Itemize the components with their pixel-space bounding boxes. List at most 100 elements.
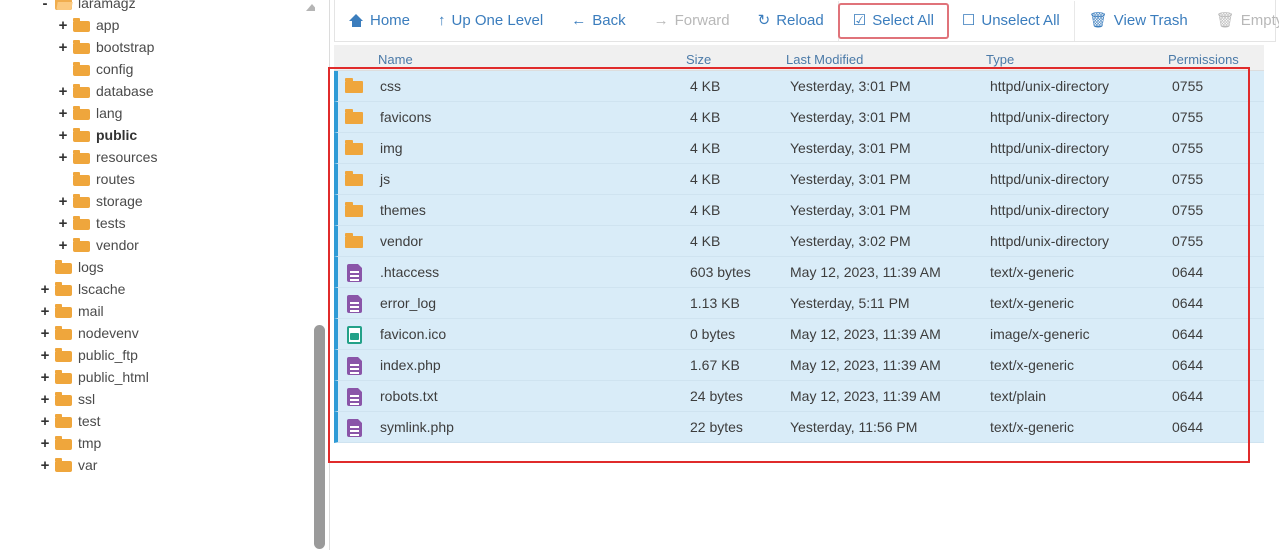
cell-name[interactable]: index.php	[338, 355, 690, 375]
expand-toggle-icon[interactable]: +	[38, 370, 52, 385]
folder-icon	[73, 193, 90, 208]
toolbar-button-back[interactable]: ← Back	[557, 1, 639, 41]
tree-item-logs[interactable]: logs	[0, 256, 300, 278]
expand-toggle-icon[interactable]: +	[56, 128, 70, 143]
expand-toggle-icon[interactable]: +	[56, 194, 70, 209]
file-name-label: themes	[380, 202, 426, 218]
collapse-toggle-icon[interactable]: -	[38, 0, 52, 11]
table-row[interactable]: robots.txt 24 bytes May 12, 2023, 11:39 AM…	[334, 381, 1264, 412]
cell-modified: Yesterday, 5:11 PM	[790, 295, 910, 311]
table-row[interactable]: vendor 4 KB Yesterday, 3:02 PM httpd/unix-d…	[334, 226, 1264, 257]
cell-name[interactable]: favicon.ico	[338, 324, 690, 344]
tree-item-storage[interactable]: + storage	[0, 190, 300, 212]
column-header-size[interactable]: Size	[686, 52, 786, 67]
tree-item-public_ftp[interactable]: + public_ftp	[0, 344, 300, 366]
cell-size: 1.13 KB	[690, 295, 740, 311]
table-row[interactable]: favicons 4 KB Yesterday, 3:01 PM httpd/unix…	[334, 102, 1264, 133]
expand-toggle-icon[interactable]: +	[56, 238, 70, 253]
expand-toggle-icon[interactable]: +	[38, 414, 52, 429]
cell-name[interactable]: img	[338, 138, 690, 158]
sidebar-divider	[329, 0, 330, 550]
tree-item-label: database	[96, 83, 154, 99]
tree-item-lscache[interactable]: + lscache	[0, 278, 300, 300]
cell-name[interactable]: error_log	[338, 293, 690, 313]
sidebar-scrollbar-thumb[interactable]	[314, 325, 325, 549]
folder-icon	[73, 61, 90, 76]
toolbar-button-label: Home	[370, 12, 411, 29]
tree-item-vendor[interactable]: + vendor	[0, 234, 300, 256]
sidebar-scrollbar-track[interactable]	[314, 0, 328, 550]
folder-icon	[73, 39, 90, 54]
column-header-name[interactable]: Name	[334, 52, 686, 67]
toolbar-button-select-all[interactable]: ☑ Select All	[837, 2, 949, 39]
tree-item-mail[interactable]: + mail	[0, 300, 300, 322]
cell-name[interactable]: themes	[338, 200, 690, 220]
trash-icon: 🗑	[1088, 12, 1108, 29]
expand-toggle-icon[interactable]: +	[56, 84, 70, 99]
column-header-permissions[interactable]: Permissions	[1168, 52, 1260, 67]
expand-toggle-icon[interactable]: +	[56, 150, 70, 165]
folder-icon	[73, 149, 90, 164]
expand-toggle-icon[interactable]: +	[38, 392, 52, 407]
expand-toggle-icon[interactable]: +	[38, 436, 52, 451]
cell-type: text/x-generic	[990, 264, 1075, 280]
tree-item-public_html[interactable]: + public_html	[0, 366, 300, 388]
arrow-up-icon: ↑	[438, 12, 446, 29]
table-row[interactable]: index.php 1.67 KB May 12, 2023, 11:39 AM te…	[334, 350, 1264, 381]
expand-toggle-icon[interactable]: +	[38, 282, 52, 297]
toolbar-button-up-one-level[interactable]: ↑ Up One Level	[424, 1, 557, 41]
file-manager-toolbar: Home ↑ Up One Level ← Back → Forward ↻ Reload ☑ Se…	[334, 0, 1279, 42]
expand-toggle-icon[interactable]: +	[56, 40, 70, 55]
cell-name[interactable]: symlink.php	[338, 417, 690, 437]
cell-name[interactable]: robots.txt	[338, 386, 690, 406]
table-row[interactable]: css 4 KB Yesterday, 3:01 PM httpd/unix-dire…	[334, 71, 1264, 102]
cell-size: 0 bytes	[690, 326, 736, 342]
cell-name[interactable]: css	[338, 76, 690, 96]
tree-item-bootstrap[interactable]: + bootstrap	[0, 36, 300, 58]
table-row[interactable]: error_log 1.13 KB Yesterday, 5:11 PM text/x…	[334, 288, 1264, 319]
tree-item-tests[interactable]: + tests	[0, 212, 300, 234]
table-row[interactable]: symlink.php 22 bytes Yesterday, 11:56 PM te…	[334, 412, 1264, 443]
expand-toggle-icon[interactable]: +	[38, 304, 52, 319]
expand-toggle-icon[interactable]: +	[56, 18, 70, 33]
cell-name[interactable]: js	[338, 169, 690, 189]
tree-item-var[interactable]: + var	[0, 454, 300, 476]
expand-toggle-icon[interactable]: +	[56, 106, 70, 121]
checkbox-empty-icon: ☐	[961, 12, 976, 29]
cell-name[interactable]: vendor	[338, 231, 690, 251]
tree-item-config[interactable]: config	[0, 58, 300, 80]
tree-item-database[interactable]: + database	[0, 80, 300, 102]
tree-item-ssl[interactable]: + ssl	[0, 388, 300, 410]
expand-toggle-icon[interactable]: +	[56, 216, 70, 231]
cell-name[interactable]: favicons	[338, 107, 690, 127]
tree-item-laramagz[interactable]: - laramagz	[0, 0, 300, 14]
toolbar-button-view-trash[interactable]: 🗑 View Trash	[1075, 1, 1202, 41]
toolbar-button-label: Empty Trash	[1240, 12, 1279, 29]
tree-item-nodevenv[interactable]: + nodevenv	[0, 322, 300, 344]
tree-item-label: test	[78, 413, 101, 429]
expand-toggle-icon[interactable]: +	[38, 326, 52, 341]
tree-item-tmp[interactable]: + tmp	[0, 432, 300, 454]
tree-item-label: logs	[78, 259, 104, 275]
tree-item-resources[interactable]: + resources	[0, 146, 300, 168]
tree-item-routes[interactable]: routes	[0, 168, 300, 190]
column-header-last-modified[interactable]: Last Modified	[786, 52, 986, 67]
table-row[interactable]: img 4 KB Yesterday, 3:01 PM httpd/unix-dire…	[334, 133, 1264, 164]
table-row[interactable]: favicon.ico 0 bytes May 12, 2023, 11:39 AM…	[334, 319, 1264, 350]
toolbar-button-reload[interactable]: ↻ Reload	[744, 1, 838, 41]
table-row[interactable]: themes 4 KB Yesterday, 3:01 PM httpd/unix-d…	[334, 195, 1264, 226]
tree-item-app[interactable]: + app	[0, 14, 300, 36]
expand-toggle-icon[interactable]: +	[38, 348, 52, 363]
tree-item-test[interactable]: + test	[0, 410, 300, 432]
toolbar-button-home[interactable]: Home	[335, 1, 424, 41]
expand-toggle-icon[interactable]: +	[38, 458, 52, 473]
tree-item-label: lscache	[78, 281, 126, 297]
table-row[interactable]: js 4 KB Yesterday, 3:01 PM httpd/unix-direc…	[334, 164, 1264, 195]
cell-type: httpd/unix-directory	[990, 202, 1110, 218]
cell-name[interactable]: .htaccess	[338, 262, 690, 282]
tree-item-lang[interactable]: + lang	[0, 102, 300, 124]
column-header-type[interactable]: Type	[986, 52, 1168, 67]
toolbar-button-unselect-all[interactable]: ☐ Unselect All	[948, 1, 1074, 41]
table-row[interactable]: .htaccess 603 bytes May 12, 2023, 11:39 AM…	[334, 257, 1264, 288]
tree-item-public[interactable]: + public	[0, 124, 300, 146]
